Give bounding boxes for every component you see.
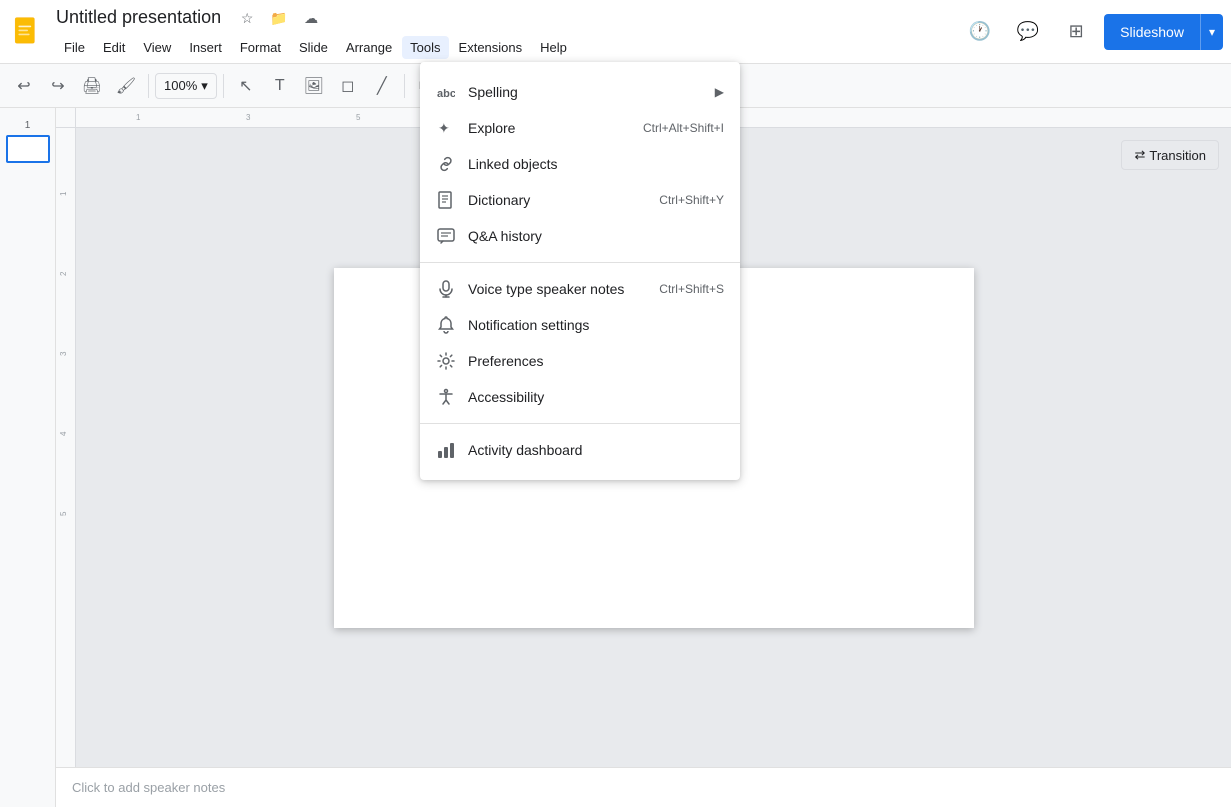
spelling-arrow-icon: ▶ (715, 85, 724, 99)
tools-item-preferences[interactable]: Preferences (420, 343, 740, 379)
tools-divider-2 (420, 423, 740, 424)
tools-item-spelling[interactable]: abc Spelling ▶ (420, 74, 740, 110)
qa-history-icon (436, 226, 456, 246)
tools-item-notification-settings[interactable]: Notification settings (420, 307, 740, 343)
preferences-icon (436, 351, 456, 371)
menu-overlay: abc Spelling ▶ ✦ Explore Ctrl+Alt+Shift+… (0, 0, 1231, 807)
tools-item-voice-type[interactable]: Voice type speaker notes Ctrl+Shift+S (420, 271, 740, 307)
svg-text:abc: abc (437, 88, 455, 100)
explore-label: Explore (468, 120, 635, 136)
tools-item-accessibility[interactable]: Accessibility (420, 379, 740, 415)
tools-item-linked-objects[interactable]: Linked objects (420, 146, 740, 182)
tools-item-activity-dashboard[interactable]: Activity dashboard (420, 432, 740, 468)
notification-settings-label: Notification settings (468, 317, 724, 333)
linked-objects-label: Linked objects (468, 156, 724, 172)
dictionary-shortcut: Ctrl+Shift+Y (659, 193, 724, 207)
tools-item-qa-history[interactable]: Q&A history (420, 218, 740, 254)
tools-section-2: Voice type speaker notes Ctrl+Shift+S No… (420, 267, 740, 419)
activity-dashboard-icon (436, 440, 456, 460)
spelling-icon: abc (436, 82, 456, 102)
tools-section-1: abc Spelling ▶ ✦ Explore Ctrl+Alt+Shift+… (420, 70, 740, 258)
spelling-label: Spelling (468, 84, 707, 100)
explore-shortcut: Ctrl+Alt+Shift+I (643, 121, 724, 135)
dictionary-icon (436, 190, 456, 210)
tools-item-dictionary[interactable]: Dictionary Ctrl+Shift+Y (420, 182, 740, 218)
tools-dropdown: abc Spelling ▶ ✦ Explore Ctrl+Alt+Shift+… (420, 62, 740, 480)
dictionary-label: Dictionary (468, 192, 651, 208)
linked-objects-icon (436, 154, 456, 174)
qa-history-label: Q&A history (468, 228, 724, 244)
voice-type-shortcut: Ctrl+Shift+S (659, 282, 724, 296)
voice-type-label: Voice type speaker notes (468, 281, 651, 297)
accessibility-icon (436, 387, 456, 407)
explore-icon: ✦ (436, 118, 456, 138)
notification-settings-icon (436, 315, 456, 335)
tools-divider-1 (420, 262, 740, 263)
svg-text:✦: ✦ (438, 120, 450, 136)
tools-item-explore[interactable]: ✦ Explore Ctrl+Alt+Shift+I (420, 110, 740, 146)
activity-dashboard-label: Activity dashboard (468, 442, 724, 458)
tools-section-3: Activity dashboard (420, 428, 740, 472)
voice-type-icon (436, 279, 456, 299)
preferences-label: Preferences (468, 353, 724, 369)
accessibility-label: Accessibility (468, 389, 724, 405)
